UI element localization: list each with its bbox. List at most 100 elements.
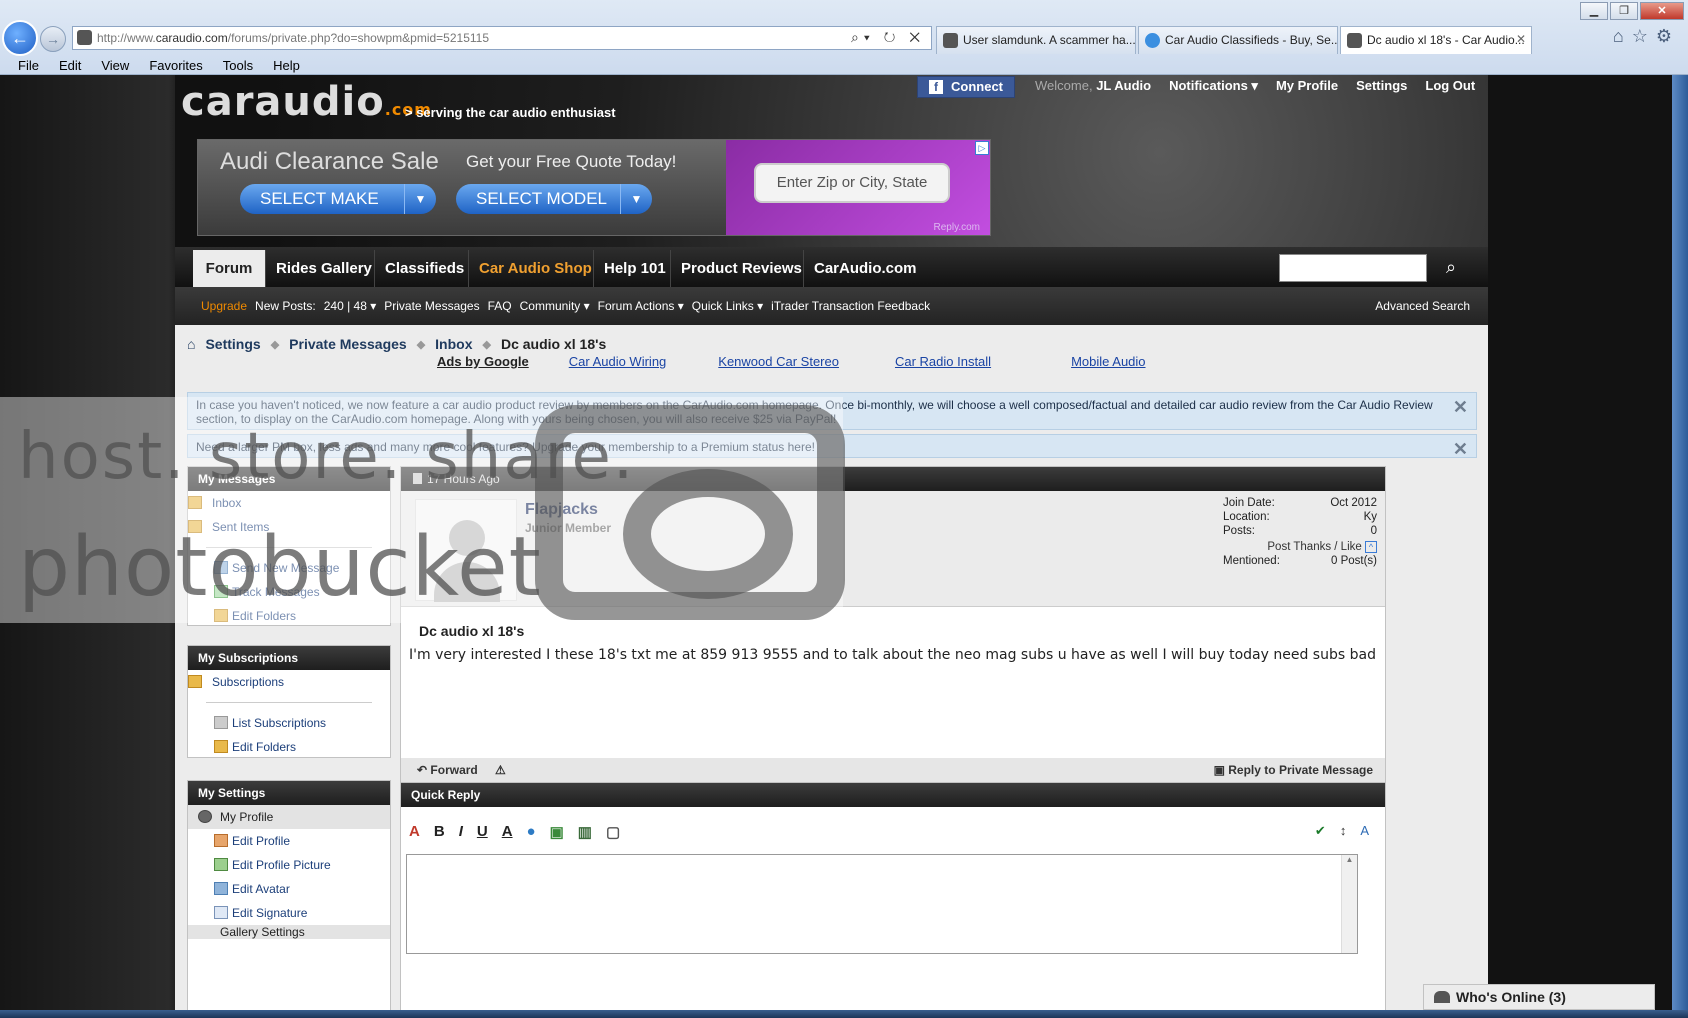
username-link[interactable]: JL Audio — [1096, 78, 1151, 93]
menu-tools[interactable]: Tools — [223, 58, 253, 73]
facebook-connect-button[interactable]: f Connect — [917, 76, 1015, 98]
subnav-forum-actions[interactable]: Forum Actions ▾ — [598, 299, 684, 313]
font-color-button[interactable]: A — [502, 823, 513, 841]
maximize-button[interactable]: ❐ — [1610, 2, 1638, 20]
address-actions-icon[interactable]: ⌕▾ ↻ ✕ — [851, 29, 925, 46]
edit-folders-link[interactable]: Edit Folders — [188, 604, 390, 628]
image-icon[interactable]: ▣ — [550, 823, 564, 841]
close-window-button[interactable]: ✕ — [1640, 2, 1684, 20]
ads-by-google-label[interactable]: Ads by Google — [437, 354, 529, 369]
ad-select-make[interactable]: SELECT MAKE ▼ — [240, 184, 436, 214]
menu-view[interactable]: View — [101, 58, 129, 73]
tab-rides-gallery[interactable]: Rides Gallery — [265, 250, 382, 287]
advanced-search-link[interactable]: Advanced Search — [1375, 299, 1470, 313]
address-bar[interactable]: http://www. caraudio.com/forums/private.p… — [72, 26, 932, 50]
menu-help[interactable]: Help — [273, 58, 300, 73]
browser-tab-1[interactable]: User slamdunk. A scammer ha... — [936, 26, 1136, 54]
tab-classifieds[interactable]: Classifieds — [374, 250, 474, 287]
menu-edit[interactable]: Edit — [59, 58, 81, 73]
new-posts-counts[interactable]: 240 | 48 ▾ — [324, 299, 377, 313]
tab-car-audio-shop[interactable]: Car Audio Shop — [468, 250, 602, 287]
close-icon[interactable]: ✕ — [1453, 439, 1468, 460]
tab-forum[interactable]: Forum — [193, 250, 265, 287]
forward-button[interactable]: → — [40, 26, 66, 52]
subnav-private-messages[interactable]: Private Messages — [384, 299, 479, 313]
remove-format-icon[interactable]: A — [409, 823, 420, 841]
browser-tab-2[interactable]: Car Audio Classifieds - Buy, Se... — [1138, 26, 1338, 54]
tab-close-icon[interactable]: ✕ — [1516, 32, 1526, 46]
switch-editor-icon[interactable]: A — [1360, 823, 1369, 839]
subnav-quick-links[interactable]: Quick Links ▾ — [692, 299, 763, 313]
subnav-community[interactable]: Community ▾ — [520, 299, 590, 313]
edit-folders-link[interactable]: Edit Folders — [188, 735, 390, 759]
ad-select-model[interactable]: SELECT MODEL ▼ — [456, 184, 652, 214]
browser-tab-3[interactable]: Dc audio xl 18's - Car Audio... ✕ — [1340, 26, 1532, 54]
ad-link-kenwood[interactable]: Kenwood Car Stereo — [718, 354, 839, 369]
folder-inbox[interactable]: Inbox — [188, 491, 390, 515]
edit-signature-link[interactable]: Edit Signature — [188, 901, 390, 925]
minimize-button[interactable]: ▁ — [1580, 2, 1608, 20]
edit-avatar-link[interactable]: Edit Avatar — [188, 877, 390, 901]
close-icon[interactable]: ✕ — [1453, 397, 1468, 418]
resize-icon[interactable]: ↕ — [1340, 823, 1347, 839]
search-icon[interactable]: ⌕ — [1436, 254, 1466, 282]
ad-link-mobile-audio[interactable]: Mobile Audio — [1071, 354, 1145, 369]
tab-help-101[interactable]: Help 101 — [593, 250, 676, 287]
browser-tools-icons[interactable]: ⌂☆⚙ — [1613, 26, 1680, 47]
back-button[interactable]: ← — [2, 20, 38, 56]
forward-button[interactable]: ↶ Forward — [417, 758, 478, 782]
reply-button[interactable]: ▣ Reply to Private Message — [1214, 758, 1373, 782]
search-input[interactable] — [1279, 254, 1427, 282]
breadcrumb-private-messages[interactable]: Private Messages — [289, 336, 407, 352]
scrollbar[interactable]: ▲ — [1341, 855, 1357, 953]
breadcrumb-settings[interactable]: Settings — [205, 336, 260, 352]
ad-link-car-audio-wiring[interactable]: Car Audio Wiring — [569, 354, 667, 369]
page-scrollbar[interactable] — [1672, 75, 1688, 1010]
edit-profile-link[interactable]: Edit Profile — [188, 829, 390, 853]
subnav-faq[interactable]: FAQ — [488, 299, 512, 313]
quote-icon[interactable]: ▢ — [606, 823, 620, 841]
home-icon[interactable]: ⌂ — [187, 336, 195, 352]
post-thanks-link[interactable]: Post Thanks / Like ^ — [1223, 541, 1377, 555]
action-label: Send New Message — [232, 561, 340, 575]
folder-sent-items[interactable]: Sent Items — [188, 515, 390, 539]
banner-ad[interactable]: Audi Clearance Sale Get your Free Quote … — [197, 139, 991, 236]
folder-icon — [188, 496, 202, 509]
settings-link[interactable]: Settings — [1356, 78, 1407, 94]
send-new-message-link[interactable]: Send New Message — [188, 556, 390, 580]
menu-file[interactable]: File — [18, 58, 39, 73]
italic-button[interactable]: I — [459, 823, 463, 841]
upgrade-link[interactable]: Upgrade — [201, 299, 247, 313]
tab-product-reviews[interactable]: Product Reviews — [670, 250, 812, 287]
ad-link-car-radio-install[interactable]: Car Radio Install — [895, 354, 991, 369]
edit-profile-picture-link[interactable]: Edit Profile Picture — [188, 853, 390, 877]
track-messages-link[interactable]: Track Messages — [188, 580, 390, 604]
ad-zip-input[interactable]: Enter Zip or City, State — [754, 163, 950, 203]
folder-subscriptions[interactable]: Subscriptions — [188, 670, 390, 694]
bold-button[interactable]: B — [434, 823, 445, 841]
my-profile-section[interactable]: My Profile — [188, 805, 390, 829]
sender-name[interactable]: Flapjacks — [525, 501, 598, 519]
tab-caraudio-com[interactable]: CarAudio.com — [803, 250, 927, 287]
adchoices-icon[interactable]: ▷ — [975, 141, 989, 155]
expand-icon[interactable]: ^ — [1365, 541, 1377, 553]
menu-favorites[interactable]: Favorites — [149, 58, 202, 73]
report-icon[interactable]: ⚠ — [495, 758, 506, 782]
breadcrumb-inbox[interactable]: Inbox — [435, 336, 472, 352]
link-icon[interactable]: ● — [527, 823, 536, 841]
subnav-itrader[interactable]: iTrader Transaction Feedback — [771, 299, 930, 313]
whos-online-bar[interactable]: Who's Online (3) — [1423, 984, 1655, 1010]
notifications-menu[interactable]: Notifications ▾ — [1169, 78, 1258, 94]
my-profile-link[interactable]: My Profile — [1276, 78, 1338, 94]
pm-title: Dc audio xl 18's — [419, 623, 525, 639]
underline-button[interactable]: U — [477, 823, 488, 841]
gallery-settings-section[interactable]: Gallery Settings — [188, 925, 390, 939]
logout-link[interactable]: Log Out — [1425, 78, 1475, 94]
spellcheck-icon[interactable]: ✔ — [1315, 823, 1326, 839]
reply-textarea[interactable]: ▲ — [406, 854, 1358, 954]
avatar[interactable] — [415, 499, 517, 602]
list-subscriptions-link[interactable]: List Subscriptions — [188, 711, 390, 735]
video-icon[interactable]: ▥ — [578, 823, 592, 841]
action-label: Edit Profile Picture — [232, 858, 331, 872]
site-logo[interactable]: caraudio.com — [181, 79, 432, 125]
